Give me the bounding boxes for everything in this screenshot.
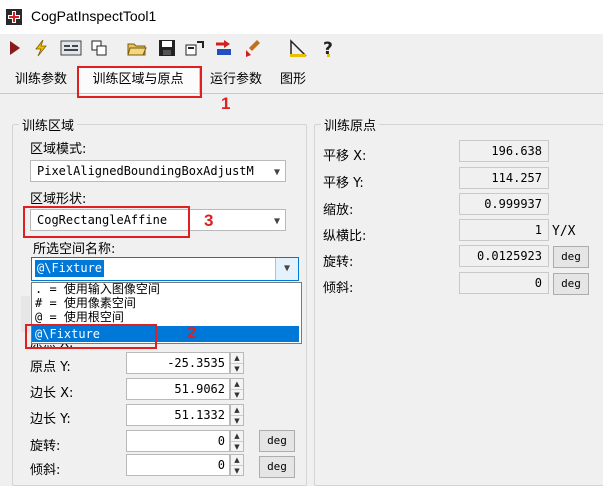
region-shape-label: 区域形状: [30, 192, 87, 207]
open-icon[interactable] [126, 37, 148, 59]
side-x-spinner[interactable]: ▲ ▼ [230, 378, 244, 400]
dropdown-item-input-space[interactable]: . = 使用输入图像空间 [35, 283, 160, 296]
origin-rotation-value: 0.0125923 [459, 245, 549, 267]
origin-skew-value: 0 [459, 272, 549, 294]
region-skew-input[interactable]: 0 [126, 454, 230, 476]
highlight-box-1 [77, 66, 202, 98]
region-rotation-deg-button[interactable]: deg [259, 430, 295, 452]
ruler-icon[interactable] [287, 37, 309, 59]
translate-x-label: 平移 X: [323, 149, 367, 164]
aspect-value: 1 [459, 219, 549, 241]
clear-icon[interactable] [242, 37, 264, 59]
import-icon[interactable] [213, 37, 235, 59]
train-region-title: 训练区域 [19, 115, 78, 134]
region-mode-value: PixelAlignedBoundingBoxAdjustM [37, 164, 254, 178]
tab-graphics[interactable]: 图形 [275, 68, 311, 92]
side-x-label: 边长 X: [30, 386, 74, 401]
train-origin-title: 训练原点 [321, 115, 380, 134]
origin-skew-deg-button[interactable]: deg [553, 273, 589, 295]
chevron-down-icon[interactable]: ▼ [275, 258, 298, 280]
aspect-label: 纵横比: [323, 229, 367, 244]
region-mode-label: 区域模式: [30, 142, 87, 157]
window-title: CogPatInspectTool1 [31, 8, 157, 24]
scale-value: 0.999937 [459, 193, 549, 215]
side-x-input[interactable]: 51.9062 [126, 378, 230, 400]
side-y-spinner[interactable]: ▲ ▼ [230, 404, 244, 426]
side-y-input[interactable]: 51.1332 [126, 404, 230, 426]
graphics-icon[interactable] [88, 37, 110, 59]
dropdown-item-root-space[interactable]: @ = 使用根空间 [35, 311, 124, 324]
chevron-down-icon: ▼ [273, 167, 280, 178]
scale-label: 缩放: [323, 203, 354, 218]
region-mode-combo[interactable]: PixelAlignedBoundingBoxAdjustM ▼ [30, 160, 286, 182]
chevron-down-icon: ▼ [273, 216, 280, 227]
highlight-box-2 [25, 324, 157, 349]
region-skew-label: 倾斜: [30, 463, 61, 478]
origin-y-input[interactable]: -25.3535 [126, 352, 230, 374]
region-rotation-spinner[interactable]: ▲ ▼ [230, 430, 244, 452]
origin-y-spinner[interactable]: ▲ ▼ [230, 352, 244, 374]
dropdown-item-pixel-space[interactable]: # = 使用像素空间 [35, 297, 136, 310]
annotation-number-2: 2 [187, 323, 197, 342]
space-name-value: @\Fixture [35, 260, 105, 277]
origin-rotation-label: 旋转: [323, 255, 354, 270]
save-icon[interactable] [156, 37, 178, 59]
origin-rotation-deg-button[interactable]: deg [553, 246, 589, 268]
app-icon [6, 9, 22, 25]
highlight-box-3 [23, 206, 190, 238]
aspect-unit: Y/X [552, 224, 576, 239]
annotation-number-3: 3 [204, 211, 214, 230]
side-y-label: 边长 Y: [30, 412, 71, 427]
region-skew-spinner[interactable]: ▲ ▼ [230, 454, 244, 476]
origin-skew-label: 倾斜: [323, 281, 354, 296]
space-name-label: 所选空间名称: [33, 242, 116, 257]
tab-train-params[interactable]: 训练参数 [6, 68, 76, 92]
image-display-icon[interactable] [60, 37, 82, 59]
origin-y-label: 原点 Y: [30, 360, 71, 375]
annotation-number-1: 1 [221, 94, 231, 113]
run-icon[interactable] [3, 37, 25, 59]
translate-x-value: 196.638 [459, 140, 549, 162]
help-icon[interactable]: ? [318, 37, 340, 59]
translate-y-value: 114.257 [459, 167, 549, 189]
translate-y-label: 平移 Y: [323, 176, 364, 191]
reset-icon[interactable] [184, 37, 206, 59]
tab-run-params[interactable]: 运行参数 [203, 68, 269, 92]
region-rotation-label: 旋转: [30, 439, 61, 454]
space-name-combo[interactable]: @\Fixture ▼ [31, 257, 299, 281]
region-rotation-input[interactable]: 0 [126, 430, 230, 452]
electric-run-icon[interactable] [30, 37, 52, 59]
